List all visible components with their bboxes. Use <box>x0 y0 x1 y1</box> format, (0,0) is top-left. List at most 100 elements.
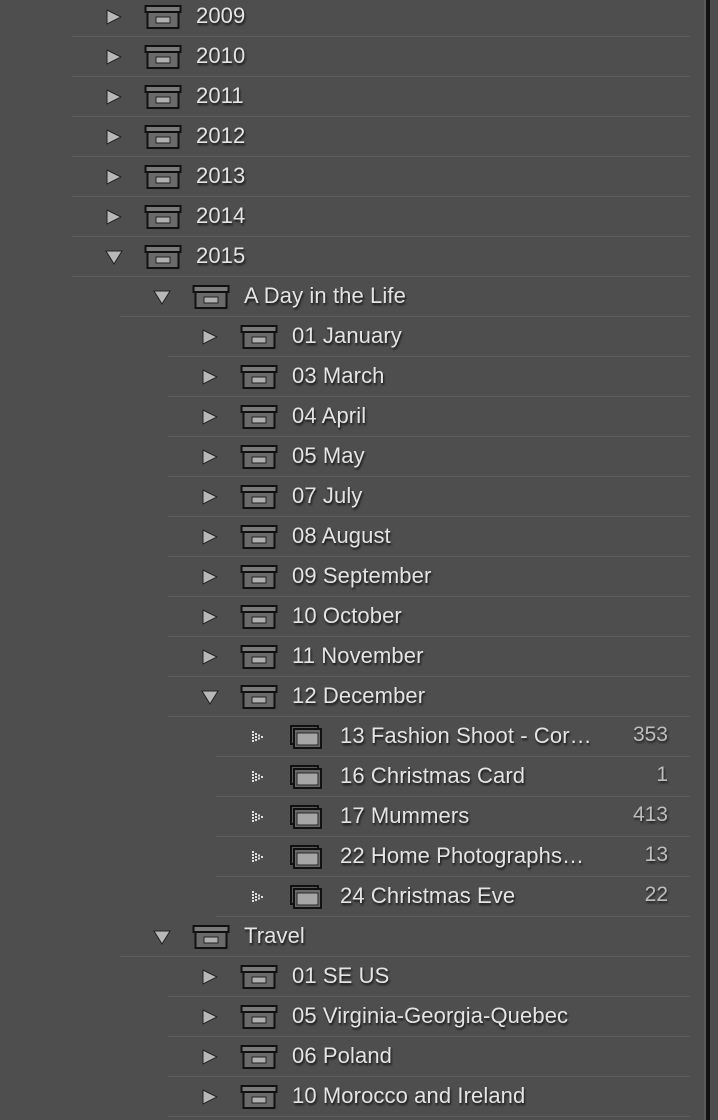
expand-triangle-icon[interactable] <box>105 89 123 105</box>
folder-name: 17 Mummers <box>340 803 470 828</box>
leaf-arrow-icon <box>249 889 267 905</box>
folder-row[interactable]: 16 Christmas Card 1 <box>0 757 708 797</box>
folder-name: 2009 <box>196 3 246 28</box>
folder-row[interactable]: 2014 <box>0 197 708 237</box>
photo-count: 13 <box>644 843 668 866</box>
expand-triangle-icon[interactable] <box>201 569 219 585</box>
folder-row[interactable]: 03 March <box>0 357 708 397</box>
folder-row[interactable]: 05 May <box>0 437 708 477</box>
expand-triangle-icon[interactable] <box>105 209 123 225</box>
folder-box-icon <box>240 365 278 389</box>
folder-box-icon <box>240 445 278 469</box>
expand-triangle-icon[interactable] <box>105 49 123 65</box>
expand-triangle-icon[interactable] <box>201 1089 219 1105</box>
folder-row[interactable]: 01 January <box>0 317 708 357</box>
folder-name: 05 Virginia-Georgia-Quebec <box>292 1003 569 1028</box>
expand-triangle-icon[interactable] <box>105 169 123 185</box>
folder-box-icon <box>144 45 182 69</box>
collapse-triangle-icon[interactable] <box>153 289 171 305</box>
folder-name: 09 September <box>292 563 432 588</box>
folder-row[interactable]: 10 Morocco and Ireland <box>0 1077 708 1117</box>
expand-triangle-icon[interactable] <box>105 129 123 145</box>
expand-triangle-icon[interactable] <box>201 969 219 985</box>
photo-count: 353 <box>632 723 668 746</box>
photo-folder-icon <box>288 885 326 909</box>
folder-row[interactable]: 2013 <box>0 157 708 197</box>
folder-row[interactable]: 2011 <box>0 77 708 117</box>
folder-name: 2011 <box>196 83 244 108</box>
folder-row[interactable]: 08 August <box>0 517 708 557</box>
folder-box-icon <box>192 285 230 309</box>
folder-name: 08 August <box>292 523 391 548</box>
expand-triangle-icon[interactable] <box>201 409 219 425</box>
folder-box-icon <box>144 85 182 109</box>
folder-box-icon <box>240 645 278 669</box>
photo-count: 22 <box>644 883 668 906</box>
folder-row[interactable]: 22 Home Photographs… 13 <box>0 837 708 877</box>
folder-name: 13 Fashion Shoot - Cor… <box>340 723 592 748</box>
folder-row[interactable]: 24 Christmas Eve 22 <box>0 877 708 917</box>
expand-triangle-icon[interactable] <box>105 9 123 25</box>
collapse-triangle-icon[interactable] <box>105 249 123 265</box>
folder-box-icon <box>144 165 182 189</box>
expand-triangle-icon[interactable] <box>201 1009 219 1025</box>
folder-name: 2010 <box>196 43 246 68</box>
folder-name: 12 December <box>292 683 426 708</box>
photo-count: 1 <box>656 763 668 786</box>
photo-folder-icon <box>288 805 326 829</box>
folder-name: A Day in the Life <box>244 283 406 308</box>
folder-box-icon <box>240 485 278 509</box>
folder-name: 06 Poland <box>292 1043 392 1068</box>
leaf-arrow-icon <box>249 769 267 785</box>
folder-box-icon <box>240 605 278 629</box>
folder-row[interactable]: 06 Poland <box>0 1037 708 1077</box>
folder-box-icon <box>240 565 278 589</box>
folder-row[interactable]: 10 October <box>0 597 708 637</box>
folder-row[interactable]: 01 SE US <box>0 957 708 997</box>
folder-row[interactable]: 2010 <box>0 37 708 77</box>
folder-name: 05 May <box>292 443 365 468</box>
folder-row[interactable]: A Day in the Life <box>0 277 708 317</box>
folder-row[interactable]: 09 September <box>0 557 708 597</box>
folder-box-icon <box>144 245 182 269</box>
folder-row[interactable]: 2015 <box>0 237 708 277</box>
folder-box-icon <box>240 525 278 549</box>
folder-row[interactable]: 13 Fashion Shoot - Cor… 353 <box>0 717 708 757</box>
folder-box-icon <box>240 965 278 989</box>
folder-name: 2013 <box>196 163 246 188</box>
folder-box-icon <box>240 325 278 349</box>
collapse-triangle-icon[interactable] <box>153 929 171 945</box>
folder-row[interactable]: 2012 <box>0 117 708 157</box>
folder-row[interactable]: 12 December <box>0 677 708 717</box>
expand-triangle-icon[interactable] <box>201 1049 219 1065</box>
row-separator <box>168 1116 690 1117</box>
expand-triangle-icon[interactable] <box>201 449 219 465</box>
folder-row[interactable]: Travel <box>0 917 708 957</box>
folder-row[interactable]: 07 July <box>0 477 708 517</box>
expand-triangle-icon[interactable] <box>201 609 219 625</box>
folder-row[interactable]: 11 November <box>0 637 708 677</box>
folder-box-icon <box>144 125 182 149</box>
folder-box-icon <box>240 405 278 429</box>
expand-triangle-icon[interactable] <box>201 529 219 545</box>
photo-folder-icon <box>288 725 326 749</box>
folder-row[interactable]: 05 Virginia-Georgia-Quebec <box>0 997 708 1037</box>
folder-name: 01 January <box>292 323 402 348</box>
expand-triangle-icon[interactable] <box>201 329 219 345</box>
folder-box-icon <box>240 1045 278 1069</box>
expand-triangle-icon[interactable] <box>201 489 219 505</box>
collapse-triangle-icon[interactable] <box>201 689 219 705</box>
folder-row[interactable]: 04 April <box>0 397 708 437</box>
folder-box-icon <box>240 1005 278 1029</box>
panel-divider[interactable] <box>706 0 710 1120</box>
folder-box-icon <box>144 205 182 229</box>
folder-name: Travel <box>244 923 305 948</box>
expand-triangle-icon[interactable] <box>201 369 219 385</box>
leaf-arrow-icon <box>249 849 267 865</box>
expand-triangle-icon[interactable] <box>201 649 219 665</box>
photo-folder-icon <box>288 765 326 789</box>
folder-row[interactable]: 17 Mummers 413 <box>0 797 708 837</box>
folder-row[interactable]: 2009 <box>0 0 708 37</box>
folder-name: 10 Morocco and Ireland <box>292 1083 526 1108</box>
photo-folder-icon <box>288 845 326 869</box>
